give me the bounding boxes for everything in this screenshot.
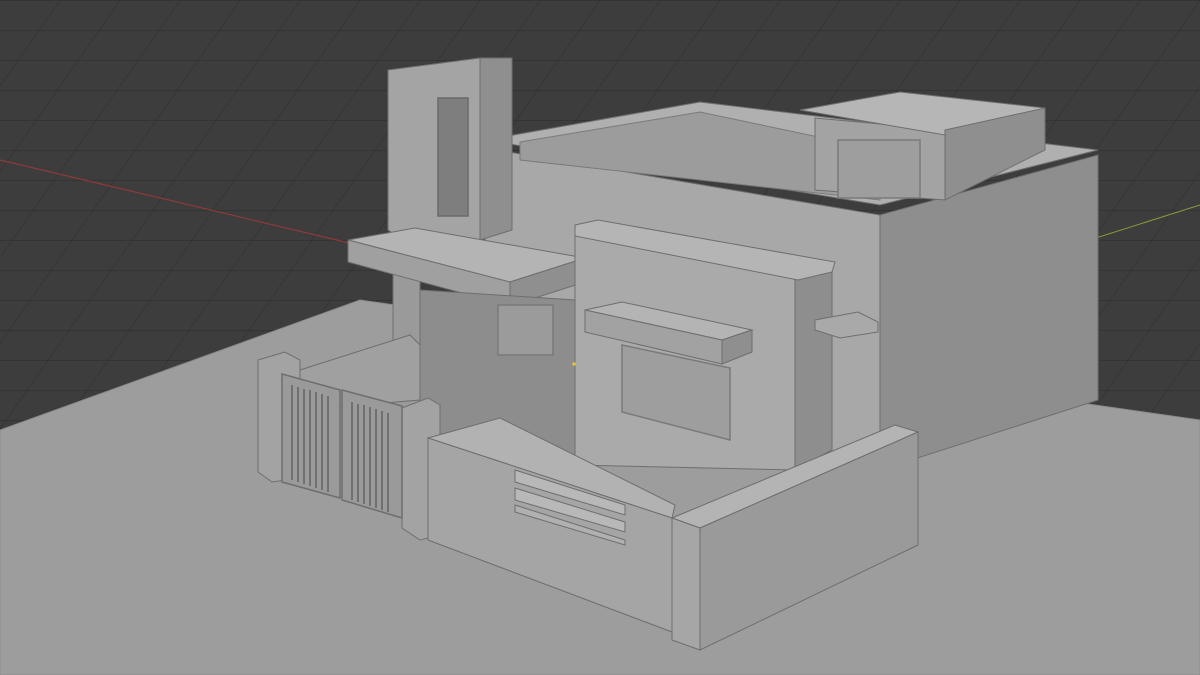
house-model-scene[interactable] — [0, 0, 1200, 675]
gate-leaf-right[interactable] — [341, 389, 403, 520]
front-block-side[interactable] — [794, 264, 833, 471]
right-compound-wall-front[interactable] — [671, 517, 701, 651]
stair-room-door[interactable] — [837, 139, 921, 199]
origin-point — [572, 362, 576, 366]
gate-leaf-left[interactable] — [281, 373, 341, 499]
frame-pillar-opening — [437, 97, 469, 217]
frame-pillar-side[interactable] — [479, 57, 513, 241]
3d-viewport[interactable] — [0, 0, 1200, 675]
porch-window[interactable] — [497, 304, 554, 356]
